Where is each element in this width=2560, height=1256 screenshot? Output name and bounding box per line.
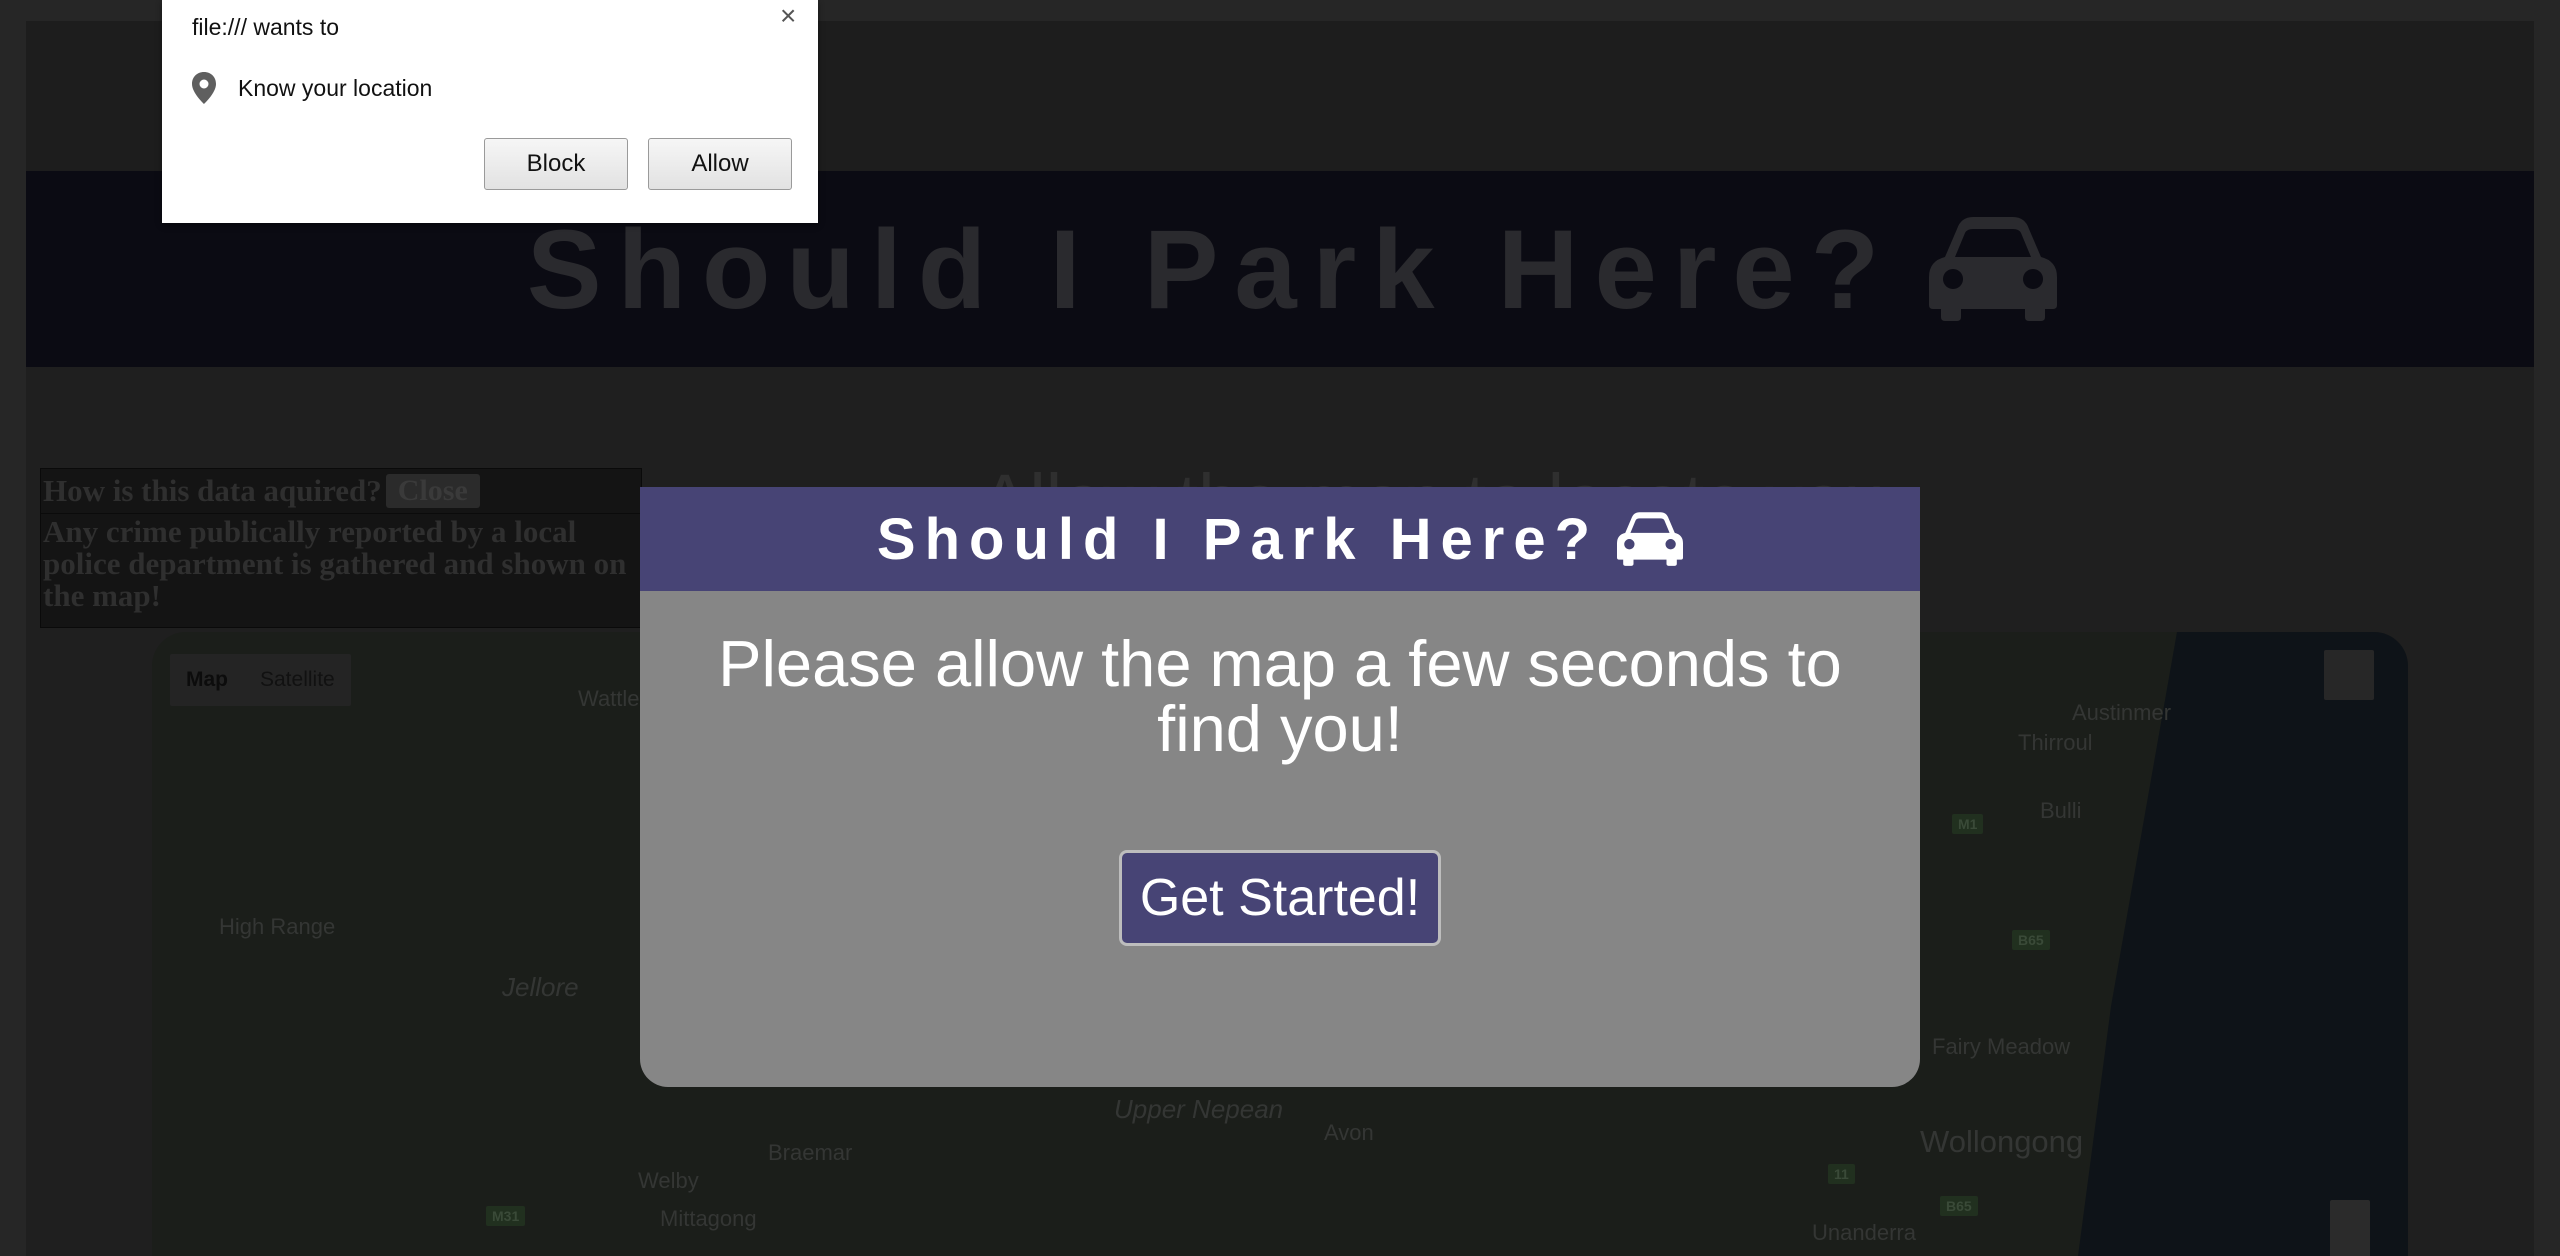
map-label-upper-nepean: Upper Nepean (1114, 1094, 1284, 1124)
car-icon (1617, 512, 1684, 566)
map-label-wattle: Wattle (578, 686, 640, 711)
permission-origin: file:/// wants to (192, 14, 340, 40)
map-label-mittagong: Mittagong (660, 1206, 757, 1231)
block-button[interactable]: Block (484, 138, 628, 190)
map-type-satellite-button[interactable]: Satellite (244, 654, 351, 706)
site-title-text: Should I Park Here? (526, 206, 1896, 332)
road-badge-m1: M1 (1952, 814, 1984, 834)
car-icon (1929, 217, 2058, 321)
allow-button[interactable]: Allow (648, 138, 792, 190)
road-badge-11: 11 (1828, 1164, 1855, 1184)
map-type-control: Map Satellite (170, 654, 351, 706)
info-question: How is this data aquired? (43, 473, 382, 508)
map-label-austinmer: Austinmer (2072, 700, 2172, 725)
fullscreen-button[interactable] (2324, 650, 2374, 700)
pegman-icon[interactable] (2330, 1200, 2370, 1256)
info-box: How is this data aquired? Close Any crim… (40, 468, 642, 628)
get-started-button[interactable]: Get Started! (1119, 850, 1441, 946)
modal-message: Please allow the map a few seconds to fi… (718, 627, 1842, 765)
road-badge-b65: B65 (2012, 930, 2050, 950)
map-label-thirroul: Thirroul (2018, 730, 2093, 755)
map-label-high-range: High Range (219, 914, 336, 939)
road-badge-m31: M31 (486, 1206, 526, 1226)
road-badge-b65-lower: B65 (1940, 1196, 1978, 1216)
map-label-fairy-meadow: Fairy Meadow (1932, 1034, 2071, 1059)
info-answer: Any crime publically reported by a local… (43, 514, 627, 613)
map-label-bulli: Bulli (2040, 798, 2082, 823)
modal-title-text: Should I Park Here? (876, 506, 1600, 572)
map-label-braemar: Braemar (768, 1140, 853, 1165)
location-pin-icon (192, 72, 216, 104)
map-label-welby: Welby (638, 1168, 699, 1193)
info-close-button[interactable]: Close (385, 474, 480, 508)
permission-request-text: Know your location (238, 74, 433, 101)
map-label-avon: Avon (1324, 1120, 1374, 1145)
map-label-wollongong: Wollongong (1920, 1124, 2084, 1159)
location-permission-popup: file:/// wants to × Know your location B… (162, 0, 818, 223)
map-type-map-button[interactable]: Map (170, 654, 244, 706)
permission-request: Know your location (192, 72, 432, 104)
map-label-jellore: Jellore (502, 972, 579, 1002)
info-box-header: How is this data aquired? Close (41, 469, 641, 514)
modal-header: Should I Park Here? (640, 487, 1920, 591)
map-label-unanderra: Unanderra (1812, 1220, 1916, 1245)
modal-title: Should I Park Here? (876, 506, 1684, 573)
welcome-modal: Should I Park Here? Please allow the map… (640, 487, 1920, 1087)
site-title: Should I Park Here? (526, 205, 2058, 334)
close-icon[interactable]: × (780, 0, 796, 32)
